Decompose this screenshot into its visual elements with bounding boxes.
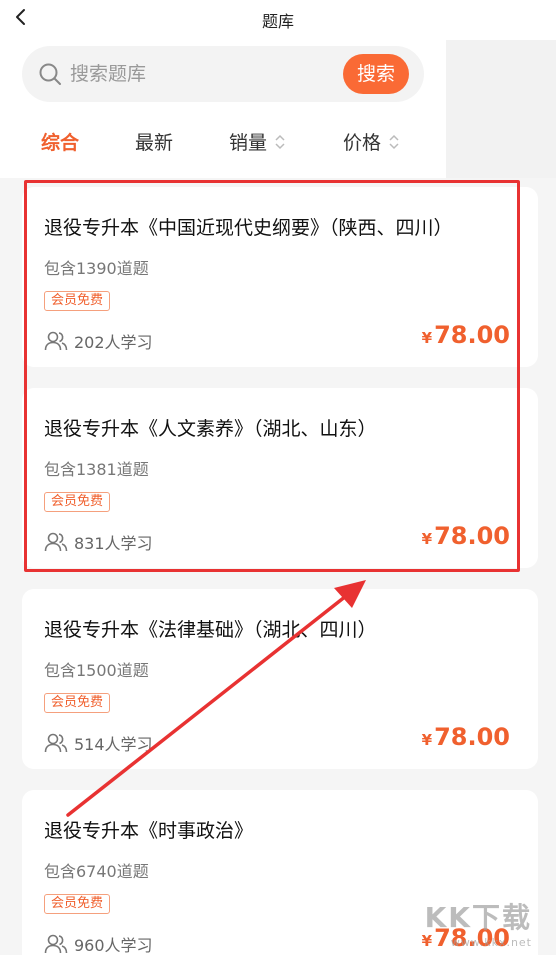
- currency-symbol: ¥: [421, 530, 433, 548]
- tab-comprehensive[interactable]: 综合: [41, 128, 79, 155]
- card-title: 退役专升本《中国近现代史纲要》（陕西、四川）: [44, 217, 453, 239]
- users-icon: [44, 331, 68, 351]
- learners: 831人学习: [44, 530, 153, 554]
- price: ¥ 78.00: [422, 723, 510, 751]
- currency-symbol: ¥: [421, 932, 433, 950]
- price: ¥ 78.00: [422, 924, 510, 952]
- currency-symbol: ¥: [421, 731, 433, 749]
- tab-price[interactable]: 价格: [343, 128, 401, 155]
- sort-icon: [275, 134, 285, 149]
- price-amount: 78.00: [434, 924, 510, 952]
- learners-count: 202人学习: [74, 333, 153, 352]
- card-title: 退役专升本《人文素养》（湖北、山东）: [44, 418, 377, 440]
- price: ¥ 78.00: [422, 522, 510, 550]
- learners-count: 831人学习: [74, 534, 153, 553]
- member-free-badge: 会员免费: [44, 492, 111, 512]
- sort-icon: [389, 134, 399, 149]
- learners-count: 514人学习: [74, 735, 153, 754]
- question-bank-card[interactable]: 退役专升本《时事政治》 包含6740道题 会员免费 960人学习 ¥ 78.00: [22, 790, 538, 955]
- search-input[interactable]: [70, 56, 350, 92]
- users-icon: [44, 934, 68, 954]
- price-amount: 78.00: [434, 522, 510, 550]
- question-count: 包含6740道题: [44, 862, 149, 881]
- search-button[interactable]: 搜索: [343, 54, 409, 94]
- tab-latest[interactable]: 最新: [135, 128, 173, 155]
- learners-count: 960人学习: [74, 936, 153, 955]
- users-icon: [44, 733, 68, 753]
- tab-label: 销量: [229, 132, 268, 154]
- learners: 960人学习: [44, 932, 153, 955]
- member-free-badge: 会员免费: [44, 693, 111, 713]
- price: ¥ 78.00: [422, 321, 510, 349]
- question-count: 包含1390道题: [44, 259, 149, 278]
- question-bank-card[interactable]: 退役专升本《人文素养》（湖北、山东） 包含1381道题 会员免费 831人学习 …: [22, 388, 538, 568]
- page-title: 题库: [261, 12, 294, 31]
- tab-label: 最新: [135, 132, 174, 154]
- question-bank-card[interactable]: 退役专升本《中国近现代史纲要》（陕西、四川） 包含1390道题 会员免费 202…: [22, 187, 538, 367]
- currency-symbol: ¥: [421, 329, 433, 347]
- learners: 202人学习: [44, 329, 153, 353]
- side-panel: [446, 40, 556, 178]
- member-free-badge: 会员免费: [44, 291, 111, 311]
- price-amount: 78.00: [434, 321, 510, 349]
- price-amount: 78.00: [434, 723, 510, 751]
- question-count: 包含1381道题: [44, 460, 149, 479]
- learners: 514人学习: [44, 731, 153, 755]
- tab-label: 价格: [343, 132, 382, 154]
- card-title: 退役专升本《法律基础》（湖北、四川）: [44, 619, 377, 641]
- search-icon: [39, 63, 61, 85]
- sort-tabs: 综合 最新 销量 价格: [0, 128, 446, 158]
- tab-sales[interactable]: 销量: [229, 128, 287, 155]
- card-title: 退役专升本《时事政治》: [44, 820, 254, 842]
- tab-label: 综合: [41, 132, 80, 154]
- users-icon: [44, 532, 68, 552]
- question-count: 包含1500道题: [44, 661, 149, 680]
- member-free-badge: 会员免费: [44, 894, 111, 914]
- question-bank-card[interactable]: 退役专升本《法律基础》（湖北、四川） 包含1500道题 会员免费 514人学习 …: [22, 589, 538, 769]
